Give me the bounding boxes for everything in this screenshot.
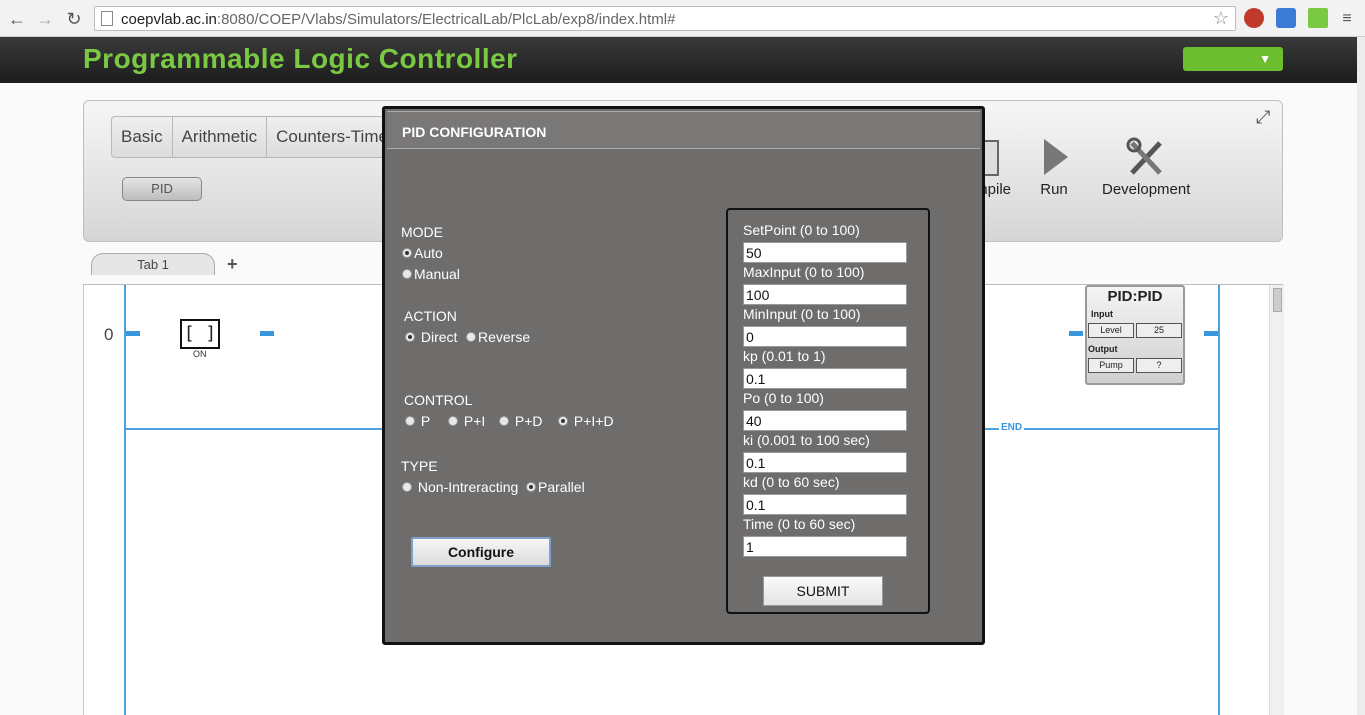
radio-button[interactable] xyxy=(405,332,415,342)
tab-basic[interactable]: Basic xyxy=(112,117,173,157)
page-scrollbar[interactable] xyxy=(1357,37,1365,715)
expand-icon[interactable]: ⤢ xyxy=(1256,107,1270,128)
action-reverse-option[interactable]: Reverse xyxy=(466,329,530,345)
control-p-option[interactable]: P xyxy=(405,413,430,429)
forward-icon[interactable]: → xyxy=(34,8,56,30)
pid-block-title: PID:PID xyxy=(1107,288,1163,305)
maxinput-input[interactable] xyxy=(743,284,907,305)
tools-icon xyxy=(1126,137,1163,175)
pid-configuration-dialog: PID CONFIGURATION MODE Auto Manual ACTIO… xyxy=(382,106,985,645)
run-button[interactable]: Run xyxy=(1038,137,1070,198)
left-power-rail xyxy=(124,285,126,715)
development-label: Development xyxy=(1102,181,1191,198)
extension-stop-icon[interactable] xyxy=(1244,8,1264,28)
ki-label: ki (0.001 to 100 sec) xyxy=(743,432,870,448)
submit-button[interactable]: SUBMIT xyxy=(763,576,883,606)
kd-input[interactable] xyxy=(743,494,907,515)
instruction-tabs: Basic Arithmetic Counters-Timers xyxy=(111,116,414,158)
pid-block[interactable]: PID:PID Input Level 25 Output Pump ? xyxy=(1085,285,1185,385)
chevron-down-icon: ▼ xyxy=(1259,52,1271,66)
radio-button[interactable] xyxy=(448,416,458,426)
kd-label: kd (0 to 60 sec) xyxy=(743,474,840,490)
mininput-label: MinInput (0 to 100) xyxy=(743,306,861,322)
reload-icon[interactable]: ↻ xyxy=(63,8,85,30)
scroll-thumb[interactable] xyxy=(1273,288,1282,312)
contact-label: ON xyxy=(193,349,207,359)
pid-output-value[interactable]: ? xyxy=(1136,358,1182,373)
rung-connector xyxy=(1204,331,1218,336)
pid-input-label: Input xyxy=(1091,309,1113,319)
radio-button[interactable] xyxy=(402,248,412,258)
configure-button[interactable]: Configure xyxy=(411,537,551,567)
browser-toolbar: ← → ↻ coepvlab.ac.in:8080/COEP/Vlabs/Sim… xyxy=(0,0,1365,37)
dialog-title: PID CONFIGURATION xyxy=(402,124,547,140)
tab-arithmetic[interactable]: Arithmetic xyxy=(173,117,268,157)
address-bar[interactable]: coepvlab.ac.in:8080/COEP/Vlabs/Simulator… xyxy=(94,6,1236,31)
rung-connector xyxy=(126,331,140,336)
menu-dropdown[interactable]: ▼ xyxy=(1183,47,1283,71)
control-pid-option[interactable]: P+I+D xyxy=(558,413,614,429)
development-button[interactable]: Development xyxy=(1102,137,1190,198)
time-input[interactable] xyxy=(743,536,907,557)
mininput-input[interactable] xyxy=(743,326,907,347)
type-non-interacting-option[interactable]: Non-Intreracting xyxy=(402,479,518,495)
mode-manual-option[interactable]: Manual xyxy=(402,266,460,282)
download-extension-icon[interactable] xyxy=(1308,8,1328,28)
app-title: Programmable Logic Controller xyxy=(83,43,518,74)
kp-input[interactable] xyxy=(743,368,907,389)
add-tab-icon[interactable]: + xyxy=(227,254,238,275)
control-pi-option[interactable]: P+I xyxy=(448,413,485,429)
type-heading: TYPE xyxy=(401,458,438,474)
po-input[interactable] xyxy=(743,410,907,431)
setpoint-input[interactable] xyxy=(743,242,907,263)
action-direct-option[interactable]: Direct xyxy=(405,329,457,345)
rung-connector xyxy=(260,331,274,336)
page-icon xyxy=(101,11,113,26)
radio-button[interactable] xyxy=(402,482,412,492)
pid-input-value[interactable]: 25 xyxy=(1136,323,1182,338)
mode-heading: MODE xyxy=(401,224,443,240)
radio-button[interactable] xyxy=(526,482,536,492)
rung-connector xyxy=(1069,331,1083,336)
right-power-rail xyxy=(1218,285,1220,715)
time-label: Time (0 to 60 sec) xyxy=(743,516,856,532)
end-label: END xyxy=(999,422,1025,433)
ki-input[interactable] xyxy=(743,452,907,473)
bookmark-star-icon[interactable]: ☆ xyxy=(1213,8,1229,29)
pid-output-name[interactable]: Pump xyxy=(1088,358,1134,373)
run-label: Run xyxy=(1040,181,1068,198)
tab-1[interactable]: Tab 1 xyxy=(91,253,215,275)
po-label: Po (0 to 100) xyxy=(743,390,824,406)
menu-icon[interactable]: ≡ xyxy=(1336,8,1358,30)
app-header: Programmable Logic Controller ▼ xyxy=(0,37,1357,83)
ladder-scrollbar[interactable] xyxy=(1269,285,1284,715)
play-icon xyxy=(1044,139,1068,175)
radio-button[interactable] xyxy=(499,416,509,426)
control-heading: CONTROL xyxy=(404,392,473,408)
radio-button[interactable] xyxy=(558,416,568,426)
pid-button[interactable]: PID xyxy=(122,177,202,201)
kp-label: kp (0.01 to 1) xyxy=(743,348,826,364)
pid-input-name[interactable]: Level xyxy=(1088,323,1134,338)
setpoint-label: SetPoint (0 to 100) xyxy=(743,222,860,238)
dialog-header: PID CONFIGURATION xyxy=(387,111,980,149)
back-icon[interactable]: ← xyxy=(6,8,28,30)
pid-output-label: Output xyxy=(1088,344,1118,354)
radio-button[interactable] xyxy=(405,416,415,426)
url-text: coepvlab.ac.in:8080/COEP/Vlabs/Simulator… xyxy=(121,11,676,28)
maxinput-label: MaxInput (0 to 100) xyxy=(743,264,865,280)
mode-auto-option[interactable]: Auto xyxy=(402,245,443,261)
control-pd-option[interactable]: P+D xyxy=(499,413,543,429)
rung-number: 0 xyxy=(104,325,114,344)
radio-button[interactable] xyxy=(466,332,476,342)
action-heading: ACTION xyxy=(404,308,457,324)
radio-button[interactable] xyxy=(402,269,412,279)
contact-element[interactable]: [ ] xyxy=(180,319,220,349)
translate-icon[interactable] xyxy=(1276,8,1296,28)
parameter-panel: SetPoint (0 to 100) MaxInput (0 to 100) … xyxy=(726,208,930,614)
type-parallel-option[interactable]: Parallel xyxy=(526,479,585,495)
